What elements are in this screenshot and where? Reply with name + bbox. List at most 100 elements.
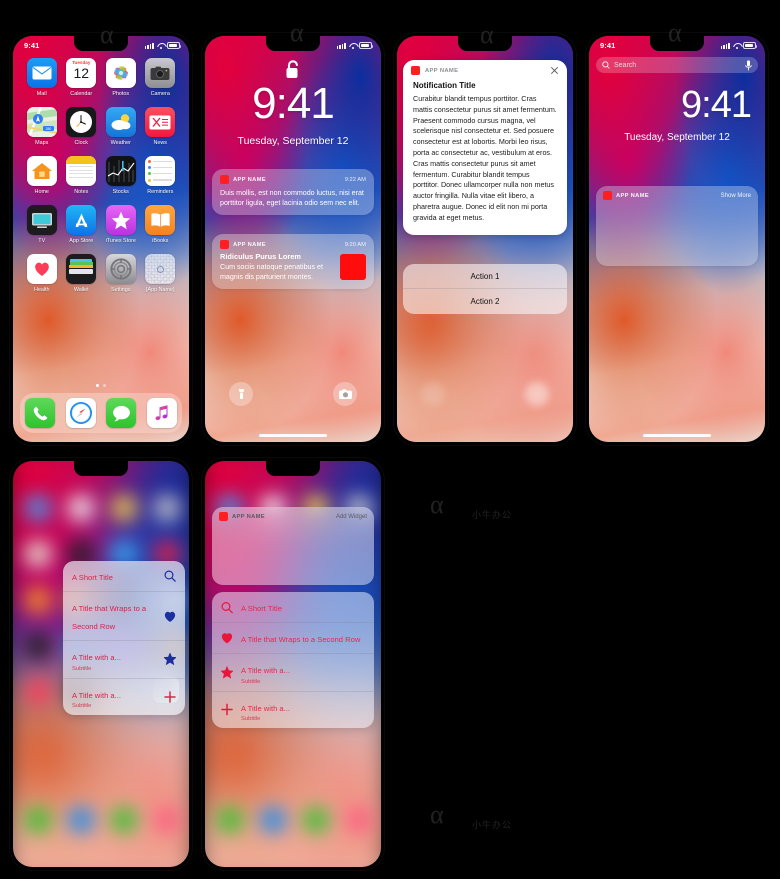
search-icon (221, 601, 233, 613)
app-label: [App Name] (146, 287, 175, 293)
watermark-label: 小牛办公 (472, 510, 513, 520)
app-icon-tv[interactable]: TV (22, 205, 62, 244)
stocks-icon (105, 156, 136, 186)
music-icon[interactable] (146, 398, 177, 428)
plus-icon (221, 703, 233, 716)
app-icon-stocks[interactable]: Stocks (101, 156, 141, 195)
maps-icon: 280 (26, 107, 57, 137)
app-icon-home[interactable]: Home (22, 156, 62, 195)
list-item[interactable]: A Title with a... Subtitle (212, 654, 374, 692)
widget-card[interactable]: APP NAME Add Widget (212, 507, 374, 585)
notch (266, 36, 320, 51)
list-item-title: A Short Title (241, 604, 282, 613)
app-icon-settings[interactable]: Settings (101, 254, 141, 293)
app-label: TV (38, 238, 46, 244)
quick-action-subtitle: Subtitle (72, 703, 92, 709)
mail-icon (26, 58, 57, 88)
app-label: iTunes Store (105, 238, 136, 244)
app-icon-wallet[interactable]: Wallet (62, 254, 102, 293)
home-indicator[interactable] (643, 433, 711, 437)
list-item[interactable]: A Short Title (212, 592, 374, 623)
app-icon-reminders[interactable]: Reminders (141, 156, 181, 195)
watermark-text: 小牛办公 (472, 508, 512, 521)
quick-action-item[interactable]: A Short Title (63, 561, 185, 592)
phone-icon[interactable] (25, 398, 56, 428)
clock-icon (66, 107, 97, 137)
action-button-1[interactable]: Action 1 (403, 264, 567, 289)
battery-icon (359, 42, 374, 49)
app-icon-health[interactable]: Health (22, 254, 62, 293)
watermark-text: 小牛办公 (472, 818, 512, 831)
app-icon-ibooks[interactable]: iBooks (141, 205, 181, 244)
widget-app-name: APP NAME (232, 513, 265, 520)
microphone-icon[interactable] (745, 59, 752, 71)
notification-body: Duis mollis, est non commodo luctus, nis… (220, 189, 364, 208)
app-icon-maps[interactable]: 280 Maps (22, 107, 62, 146)
widget-app-name: APP NAME (616, 192, 649, 199)
flashlight-button[interactable] (229, 382, 253, 406)
app-icon-placeholder[interactable]: [App Name] (141, 254, 181, 293)
home-screen: 9:41 Mail Tuesday 12 Calendar Photos Cam… (13, 36, 189, 442)
add-widget-button[interactable]: Add Widget (336, 514, 367, 520)
app-icon-clock[interactable]: Clock (62, 107, 102, 146)
home-indicator[interactable] (259, 433, 327, 437)
placeholder-app-icon (145, 254, 176, 284)
list-item[interactable]: A Title with a... Subtitle (212, 692, 374, 729)
show-more-button[interactable]: Show More (721, 193, 751, 199)
tv-icon (26, 205, 57, 235)
notification-detail-header: APP NAME (403, 60, 567, 80)
app-icon-weather[interactable]: Weather (101, 107, 141, 146)
app-icon-news[interactable]: News (141, 107, 181, 146)
app-icon-notes[interactable]: Notes (62, 156, 102, 195)
app-icon-photos[interactable]: Photos (101, 58, 141, 97)
app-label: News (153, 140, 167, 146)
quick-actions-menu: A Short Title A Title that Wraps to a Se… (63, 561, 185, 715)
app-label: Health (33, 287, 50, 293)
wallet-icon (66, 254, 97, 284)
action-button-2[interactable]: Action 2 (403, 289, 567, 314)
app-label: Wallet (73, 287, 89, 293)
quick-action-item[interactable]: A Title with a... Subtitle (63, 641, 185, 679)
notification-header: APP NAME 9:22 AM (220, 175, 366, 184)
flashlight-icon (238, 389, 244, 399)
wifi-icon (733, 43, 741, 49)
messages-icon[interactable] (106, 398, 137, 428)
widget-content-area (596, 205, 758, 253)
battery-icon (743, 42, 758, 49)
svg-text:280: 280 (45, 127, 51, 131)
app-icon-mail[interactable]: Mail (22, 58, 62, 97)
notch (74, 36, 128, 51)
list-item[interactable]: A Title that Wraps to a Second Row (212, 623, 374, 654)
notification-card[interactable]: APP NAME 9:22 AM Duis mollis, est non co… (212, 169, 374, 216)
watermark: α (430, 490, 444, 520)
app-icon-itunes-store[interactable]: iTunes Store (101, 205, 141, 244)
app-icon-app-store[interactable]: App Store (62, 205, 102, 244)
quick-action-item[interactable]: A Title with a... Subtitle (63, 679, 185, 716)
phone-home-screen: 9:41 Mail Tuesday 12 Calendar Photos Cam… (10, 33, 192, 445)
notch (650, 36, 704, 51)
notification-app-name: APP NAME (425, 67, 459, 74)
notification-detail-card: APP NAME Notification Title Curabitur bl… (403, 60, 567, 235)
app-badge-icon (220, 175, 229, 184)
app-label: Reminders (147, 189, 174, 195)
notch (74, 461, 128, 476)
quick-action-title: A Short Title (72, 573, 113, 582)
safari-icon[interactable] (65, 398, 96, 428)
weather-icon (105, 107, 136, 137)
phone-lock-screen: 9:41 9:41 Tuesday, September 12 APP NAME… (202, 33, 384, 445)
widget-list: A Short Title A Title that Wraps to a Se… (212, 592, 374, 728)
app-icon-camera[interactable]: Camera (141, 58, 181, 97)
app-label: Maps (35, 140, 49, 146)
app-label: Stocks (112, 189, 129, 195)
widget-card[interactable]: APP NAME Show More (596, 186, 758, 266)
app-icon-calendar[interactable]: Tuesday 12 Calendar (62, 58, 102, 97)
close-icon[interactable] (550, 66, 559, 75)
quick-action-item[interactable]: A Title that Wraps to a Second Row (63, 592, 185, 641)
app-label: Settings (111, 287, 131, 293)
search-input[interactable]: Search (596, 57, 758, 73)
notification-time: 9:22 AM (344, 176, 366, 183)
notification-card[interactable]: APP NAME 9:20 AM Ridiculus Purus Lorem C… (212, 234, 374, 290)
calendar-day-number: 12 (73, 65, 90, 81)
cellular-signal-icon (336, 42, 346, 49)
camera-button[interactable] (333, 382, 357, 406)
